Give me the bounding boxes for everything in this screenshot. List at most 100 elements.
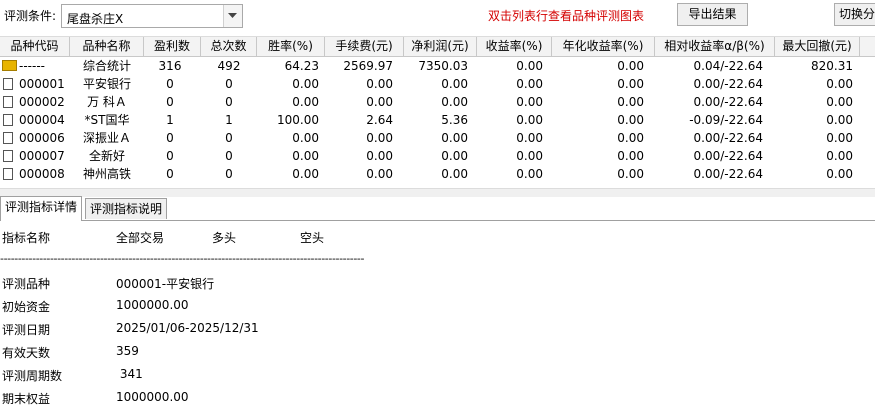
switch-button[interactable]: 切换分 (834, 3, 875, 26)
chevron-down-icon[interactable] (223, 5, 242, 27)
detail-label: 期末权益 (2, 392, 51, 406)
cell-dd: 0.00 (826, 149, 853, 163)
cell-annual: 0.00 (617, 77, 644, 91)
cell-alpha: 0.00/-22.64 (693, 167, 763, 181)
column-header[interactable]: 胜率(%) (257, 37, 325, 56)
cell-winrate: 0.00 (292, 77, 319, 91)
cell-profit: 7350.03 (418, 59, 468, 73)
cell-code: 000002 (19, 95, 65, 109)
cell-fee: 0.00 (366, 95, 393, 109)
cell-total: 1 (225, 113, 233, 127)
column-header[interactable]: 品种名称 (70, 37, 144, 56)
detail-value: 1000000.00 (116, 298, 189, 312)
table-header: 品种代码 品种名称 盈利数 总次数 胜率(%) 手续费(元) 净利润(元) 收益率(%) 年化收… (0, 36, 875, 57)
cell-fee: 0.00 (366, 167, 393, 181)
cell-profit: 0.00 (441, 95, 468, 109)
cell-fee: 2569.97 (343, 59, 393, 73)
detail-label: 有效天数 (2, 346, 51, 360)
export-results-button[interactable]: 导出结果 (677, 3, 748, 26)
summary-row[interactable]: ------ 综合统计 316 492 64.23 2569.97 7350.03 0.00 0… (0, 57, 875, 75)
document-icon (3, 96, 13, 108)
cell-fee: 0.00 (366, 77, 393, 91)
detail-label: 初始资金 (2, 300, 51, 314)
cell-name: 神州高铁 (82, 167, 131, 181)
details-separator: ----------------------------------------… (0, 252, 365, 265)
condition-value: 尾盘杀庄X (67, 12, 124, 26)
cell-name: 万 科Ａ (87, 95, 127, 109)
cell-total: 0 (225, 77, 233, 91)
cell-profit: 0.00 (441, 77, 468, 91)
detail-value: 359 (116, 344, 139, 358)
detail-value: 1000000.00 (116, 390, 189, 404)
cell-annual: 0.00 (617, 149, 644, 163)
cell-ret: 0.00 (516, 59, 543, 73)
cell-code: 000001 (19, 77, 65, 91)
cell-winrate: 0.00 (292, 131, 319, 145)
tab-indicator-explanation[interactable]: 评测指标说明 (85, 198, 168, 219)
cell-winrate: 0.00 (292, 167, 319, 181)
table-row[interactable]: 000004 *ST国华 1 1 100.00 2.64 5.36 0.00 0.00 -0.09… (0, 111, 875, 129)
cell-name: 综合统计 (82, 59, 131, 73)
table-row[interactable]: 000006 深振业Ａ 0 0 0.00 0.00 0.00 0.00 0.00 0.00/-22… (0, 129, 875, 147)
cell-annual: 0.00 (617, 131, 644, 145)
folder-icon (2, 60, 17, 71)
document-icon (3, 168, 13, 180)
column-header[interactable]: 手续费(元) (325, 37, 404, 56)
cell-alpha: 0.00/-22.64 (693, 131, 763, 145)
cell-name: *ST国华 (84, 113, 130, 127)
cell-dd: 0.00 (826, 131, 853, 145)
cell-name: 全新好 (88, 149, 125, 163)
details-header-long: 多头 (212, 231, 237, 245)
cell-winrate: 64.23 (284, 59, 319, 73)
cell-ret: 0.00 (516, 77, 543, 91)
detail-label: 评测周期数 (2, 369, 63, 383)
tab-bar: 评测指标详情 评测指标说明 (0, 196, 875, 221)
cell-profit: 5.36 (441, 113, 468, 127)
detail-value: 2025/01/06-2025/12/31 (116, 321, 259, 335)
detail-value: 000001-平安银行 (116, 277, 215, 291)
cell-annual: 0.00 (617, 95, 644, 109)
cell-alpha: 0.00/-22.64 (693, 149, 763, 163)
tab-indicator-details[interactable]: 评测指标详情 (0, 196, 83, 221)
table-row[interactable]: 000008 神州高铁 0 0 0.00 0.00 0.00 0.00 0.00 0.00/-22… (0, 165, 875, 183)
column-header[interactable]: 年化收益率(%) (552, 37, 655, 56)
column-header[interactable]: 总次数 (201, 37, 257, 56)
detail-label: 评测日期 (2, 323, 51, 337)
cell-name: 深振业Ａ (82, 131, 131, 145)
table-row[interactable]: 000007 全新好 0 0 0.00 0.00 0.00 0.00 0.00 0.00/-22.… (0, 147, 875, 165)
column-header[interactable]: 盈利数 (144, 37, 201, 56)
cell-name: 平安银行 (82, 77, 131, 91)
cell-ret: 0.00 (516, 167, 543, 181)
cell-total: 492 (217, 59, 241, 73)
cell-alpha: 0.00/-22.64 (693, 95, 763, 109)
column-header[interactable]: 最大回撤(元) (775, 37, 860, 56)
cell-ret: 0.00 (516, 95, 543, 109)
column-header[interactable]: 相对收益率α/β(%) (655, 37, 775, 56)
document-icon (3, 150, 13, 162)
cell-dd: 0.00 (826, 77, 853, 91)
column-header[interactable]: 收益率(%) (477, 37, 552, 56)
cell-total: 0 (225, 131, 233, 145)
cell-dd: 820.31 (811, 59, 853, 73)
cell-dd: 0.00 (826, 113, 853, 127)
cell-winrate: 0.00 (292, 95, 319, 109)
cell-wins: 0 (166, 131, 174, 145)
table-row[interactable]: 000001 平安银行 0 0 0.00 0.00 0.00 0.00 0.00 0.00/-22… (0, 75, 875, 93)
cell-wins: 0 (166, 167, 174, 181)
table-row[interactable]: 000002 万 科Ａ 0 0 0.00 0.00 0.00 0.00 0.00 0.00/-22… (0, 93, 875, 111)
results-table[interactable]: 品种代码 品种名称 盈利数 总次数 胜率(%) 手续费(元) 净利润(元) 收益率(%) 年化收… (0, 36, 875, 188)
cell-annual: 0.00 (617, 113, 644, 127)
cell-dd: 0.00 (826, 167, 853, 181)
cell-fee: 0.00 (366, 149, 393, 163)
details-header-name: 指标名称 (2, 231, 51, 245)
condition-select[interactable]: 尾盘杀庄X (61, 4, 243, 28)
cell-alpha: -0.09/-22.64 (689, 113, 763, 127)
cell-wins: 0 (166, 77, 174, 91)
column-header[interactable]: 净利润(元) (404, 37, 477, 56)
cell-total: 0 (225, 149, 233, 163)
cell-code: 000004 (19, 113, 65, 127)
column-header[interactable]: 品种代码 (0, 37, 70, 56)
document-icon (3, 114, 13, 126)
cell-code: ------ (19, 59, 45, 73)
cell-wins: 1 (166, 113, 174, 127)
